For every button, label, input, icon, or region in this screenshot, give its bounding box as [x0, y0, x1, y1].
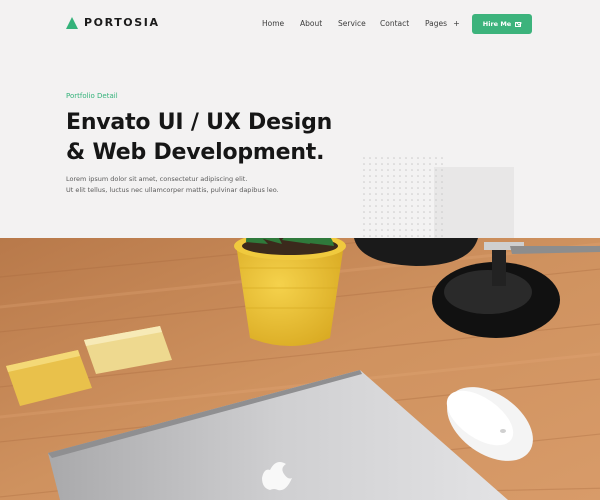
nav-item-pages-label: Pages [425, 19, 448, 28]
hero-title-line-1: Envato UI / UX Design [66, 110, 333, 135]
logo[interactable]: PORTOSIA [66, 16, 160, 29]
logo-triangle-icon [66, 16, 78, 29]
plant-pot [234, 238, 346, 346]
desk-photo-illustration [0, 238, 600, 500]
hero-description-line-1: Lorem ipsum dolor sit amet, consectetur … [66, 175, 248, 183]
hero-description-line-2: Ut elit tellus, luctus nec ullamcorper m… [66, 186, 279, 194]
hero-title-line-2: & Web Development. [66, 140, 325, 165]
nav-item-service[interactable]: Service [338, 19, 366, 28]
plus-icon: + [453, 19, 460, 28]
decorative-grey-box [434, 167, 514, 238]
hero-photo [0, 238, 600, 500]
mail-icon [515, 21, 522, 27]
hire-me-label: Hire Me [482, 20, 512, 28]
hero-description: Lorem ipsum dolor sit amet, consectetur … [66, 174, 326, 196]
site-header: PORTOSIA Home About Service Contact Page… [0, 0, 600, 48]
decorative-dot-grid [362, 156, 444, 238]
nav-item-pages[interactable]: Pages + [425, 19, 460, 28]
logo-text: PORTOSIA [84, 16, 160, 29]
nav-item-about[interactable]: About [300, 19, 322, 28]
hire-me-button[interactable]: Hire Me [472, 14, 532, 34]
nav-item-home[interactable]: Home [262, 19, 284, 28]
hero-eyebrow: Portfolio Detail [66, 92, 118, 100]
hero-title: Envato UI / UX Design & Web Development. [66, 108, 332, 168]
nav-item-contact[interactable]: Contact [380, 19, 409, 28]
